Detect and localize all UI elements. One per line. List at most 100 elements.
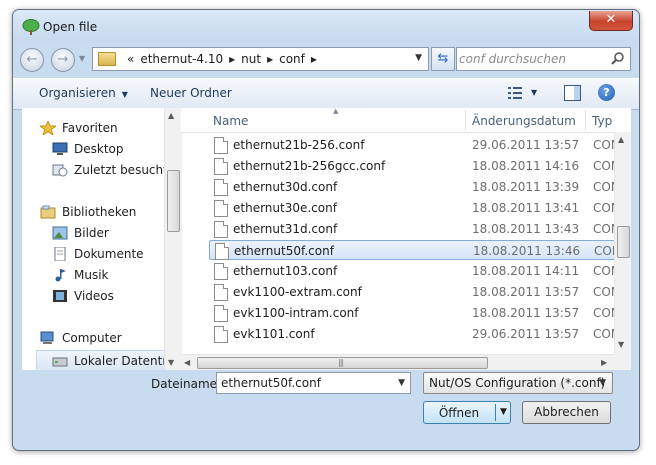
scroll-up-icon[interactable]: ▲ <box>168 111 174 120</box>
new-folder-button[interactable]: Neuer Ordner <box>150 86 232 100</box>
breadcrumb-arrow-icon[interactable]: ▸ <box>267 52 273 66</box>
back-button[interactable]: ← <box>20 48 44 72</box>
organize-button[interactable]: Organisieren ▼ <box>39 86 128 100</box>
recent-pages-dropdown-icon[interactable]: ▼ <box>79 54 85 63</box>
scroll-up-icon[interactable]: ▲ <box>618 135 624 144</box>
close-button[interactable]: ✕ <box>589 11 633 31</box>
file-row[interactable]: ethernut21b-256gcc.conf 18.08.2011 14:16 C… <box>209 156 631 176</box>
sidebar-item-documents[interactable]: Dokumente <box>52 244 144 264</box>
file-name: ethernut103.conf <box>233 264 338 278</box>
file-date: 18.08.2011 13:43 <box>472 222 580 236</box>
preview-pane-icon[interactable] <box>564 85 581 101</box>
scroll-down-icon[interactable]: ▼ <box>618 340 624 349</box>
scroll-right-icon[interactable]: ▶ <box>601 358 607 367</box>
sidebar-item-computer[interactable]: Computer <box>40 328 122 348</box>
sidebar-item-desktop[interactable]: Desktop <box>52 139 124 159</box>
sidebar-item-label: Computer <box>62 331 122 345</box>
column-divider[interactable] <box>465 110 466 130</box>
file-row[interactable]: evk1100-intram.conf 18.08.2011 13:57 CONF-… <box>209 303 631 323</box>
split-divider <box>495 404 496 421</box>
breadcrumb-ethernut[interactable]: ethernut-4.10 <box>140 52 223 66</box>
file-icon <box>214 179 228 196</box>
sidebar-item-pictures[interactable]: Bilder <box>52 223 109 243</box>
search-input[interactable]: conf durchsuchen <box>456 47 631 71</box>
navigation-scroll-thumb[interactable] <box>167 170 180 232</box>
address-history-dropdown-icon[interactable]: ▼ <box>415 53 422 63</box>
vertical-scroll-thumb[interactable] <box>617 226 630 258</box>
file-row[interactable]: ethernut31d.conf18.08.2011 13:43CONF-Dat… <box>209 219 631 239</box>
filename-combobox[interactable]: ethernut50f.conf ▼ <box>216 372 411 394</box>
file-name: ethernut31d.conf <box>233 222 338 236</box>
filename-value[interactable]: ethernut50f.conf <box>221 376 321 390</box>
filetype-select[interactable]: Nut/OS Configuration (*.conf) ▼ <box>423 372 613 394</box>
view-dropdown-icon[interactable]: ▼ <box>531 88 537 97</box>
scrollbar-corner <box>614 354 631 370</box>
breadcrumb-arrow-icon[interactable]: ▸ <box>311 52 317 66</box>
hard-drive-icon <box>52 357 68 367</box>
file-row[interactable]: evk1101.conf29.06.2011 13:57CONF-Datei <box>209 324 631 344</box>
navigation-pane-scrollbar[interactable]: ▲ ▼ <box>164 108 182 370</box>
chevron-down-icon: ▼ <box>599 378 606 388</box>
sidebar-item-local-disk[interactable]: Lokaler Datenträger <box>36 350 164 370</box>
recent-places-icon <box>52 164 68 177</box>
file-row[interactable]: ethernut30d.conf18.08.2011 13:39CONF-Dat… <box>209 177 631 197</box>
breadcrumb-arrow-icon[interactable]: ▸ <box>229 52 235 66</box>
column-divider[interactable] <box>585 110 586 130</box>
sidebar-item-music[interactable]: Musik <box>52 265 109 285</box>
horizontal-scroll-thumb[interactable]: ||| <box>197 357 488 369</box>
sidebar-item-libraries[interactable]: Bibliotheken <box>40 202 136 222</box>
refresh-button[interactable]: ⇆ <box>431 47 455 71</box>
address-bar[interactable]: « ethernut-4.10 ▸ nut ▸ conf ▸ ▼ <box>92 47 429 71</box>
title-bar[interactable]: Open file ✕ <box>13 10 639 42</box>
file-row[interactable]: ethernut21b-256.conf 29.06.2011 13:57 CONF… <box>209 135 631 155</box>
help-icon[interactable]: ? <box>598 84 615 101</box>
videos-icon <box>53 290 67 302</box>
open-label: Öffnen <box>438 406 480 420</box>
filetype-value: Nut/OS Configuration (*.conf) <box>429 376 606 390</box>
file-icon <box>214 200 228 217</box>
forward-button[interactable]: → <box>51 48 75 72</box>
column-name[interactable]: Name <box>213 114 248 128</box>
file-name: ethernut21b-256.conf <box>233 138 365 152</box>
sidebar-item-label: Desktop <box>74 142 124 156</box>
file-date: 18.08.2011 13:39 <box>472 180 580 194</box>
organize-label: Organisieren <box>39 86 116 100</box>
column-date[interactable]: Änderungsdatum <box>472 114 576 128</box>
file-date: 29.06.2011 13:57 <box>472 138 580 152</box>
file-name: ethernut50f.conf <box>234 244 334 258</box>
sidebar-item-label: Zuletzt besucht <box>74 163 164 177</box>
pictures-icon <box>52 226 68 240</box>
chevron-down-icon: ▼ <box>121 90 128 99</box>
sidebar-item-videos[interactable]: Videos <box>52 286 114 306</box>
chevron-down-icon[interactable]: ▼ <box>398 378 405 388</box>
view-options-icon[interactable] <box>508 87 522 99</box>
open-options-dropdown-icon[interactable]: ▼ <box>500 407 507 417</box>
sidebar-item-favorites[interactable]: Favoriten <box>40 118 118 138</box>
file-row[interactable]: evk1100-extram.conf 18.08.2011 13:57 CONF-… <box>209 282 631 302</box>
file-date: 29.06.2011 13:57 <box>472 327 580 341</box>
scroll-left-icon[interactable]: ◀ <box>184 358 190 367</box>
documents-icon <box>54 247 66 261</box>
sidebar-item-label: Lokaler Datenträger <box>74 354 164 368</box>
file-row[interactable]: ethernut30e.conf18.08.2011 13:41CONF-Dat… <box>209 198 631 218</box>
file-row[interactable]: ethernut50f.conf18.08.2011 13:46CONF-Dat… <box>209 240 631 260</box>
file-row[interactable]: ethernut103.conf18.08.2011 14:11CONF-Dat… <box>209 261 631 281</box>
breadcrumb-overflow[interactable]: « <box>127 52 134 66</box>
file-icon <box>214 137 228 154</box>
search-icon[interactable] <box>610 51 625 66</box>
file-list-vertical-scrollbar[interactable]: ▲ ▼ <box>614 132 631 354</box>
file-name: ethernut30e.conf <box>233 201 337 215</box>
scroll-down-icon[interactable]: ▼ <box>168 358 174 367</box>
file-icon <box>214 284 228 301</box>
breadcrumb-conf[interactable]: conf <box>279 52 305 66</box>
file-date: 18.08.2011 13:57 <box>472 306 580 320</box>
column-type[interactable]: Typ <box>592 114 612 128</box>
open-button[interactable]: Öffnen ▼ <box>423 401 511 424</box>
breadcrumb-nut[interactable]: nut <box>241 52 261 66</box>
file-icon <box>214 221 228 238</box>
file-date: 18.08.2011 13:41 <box>472 201 580 215</box>
file-list-horizontal-scrollbar[interactable]: ◀ ||| ▶ <box>181 354 614 370</box>
cancel-button[interactable]: Abbrechen <box>522 401 611 424</box>
sidebar-item-recent[interactable]: Zuletzt besucht <box>52 160 164 180</box>
file-icon <box>214 158 228 175</box>
